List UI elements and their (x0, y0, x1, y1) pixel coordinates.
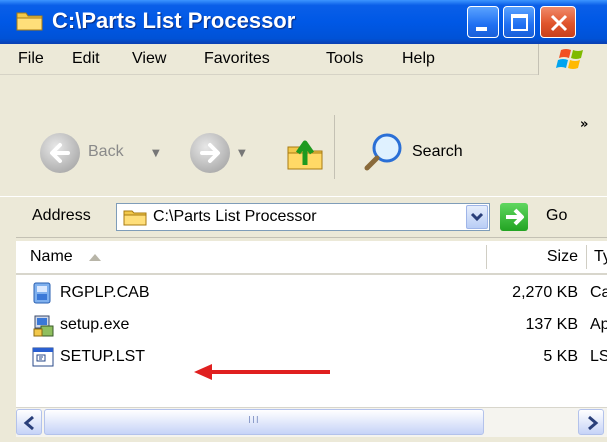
file-type: Ca (590, 284, 607, 301)
toolbar: Back ▼ ▼ Search » (0, 75, 607, 202)
close-icon (550, 14, 568, 32)
column-type[interactable]: Ty (594, 248, 607, 266)
toolbar-more-icon[interactable]: » (580, 117, 588, 132)
column-separator[interactable] (586, 245, 587, 269)
go-label[interactable]: Go (546, 207, 567, 225)
column-separator[interactable] (486, 245, 487, 269)
sort-ascending-icon (89, 254, 101, 261)
minimize-button[interactable] (467, 6, 499, 38)
file-type: Ap (590, 316, 607, 333)
file-name: RGPLP.CAB (60, 284, 150, 301)
address-value: C:\Parts List Processor (153, 208, 317, 225)
forward-arrow-icon (200, 143, 220, 163)
windows-logo (538, 44, 607, 75)
window-frame-bottom (0, 437, 607, 442)
back-button[interactable] (40, 133, 80, 173)
search-icon[interactable] (362, 130, 406, 174)
maximize-icon (511, 14, 528, 31)
file-list: RGPLP.CAB 2,270 KB Ca setup.exe 137 KB A… (16, 275, 607, 407)
scroll-right-button[interactable] (578, 409, 604, 435)
folder-icon (123, 210, 147, 226)
search-label[interactable]: Search (412, 143, 463, 161)
scroll-grip: III (248, 415, 260, 426)
menu-tools[interactable]: Tools (326, 50, 363, 68)
title-bar[interactable]: C:\Parts List Processor (0, 0, 607, 44)
window-title: C:\Parts List Processor (52, 8, 296, 33)
column-header: Name Size Ty (16, 241, 607, 275)
horizontal-scrollbar[interactable]: III (16, 407, 607, 438)
file-name: SETUP.LST (60, 348, 146, 365)
address-label: Address (32, 207, 91, 224)
menu-edit[interactable]: Edit (72, 50, 100, 68)
lst-file-icon (32, 347, 54, 367)
file-name: setup.exe (60, 316, 130, 333)
file-size: 137 KB (525, 316, 578, 333)
back-label[interactable]: Back (88, 143, 124, 161)
windows-flag-icon (556, 49, 583, 69)
folder-icon (16, 12, 43, 31)
menu-bar: File Edit View Favorites Tools Help (0, 44, 607, 75)
menu-file[interactable]: File (18, 50, 44, 68)
back-dropdown-icon[interactable]: ▼ (152, 148, 160, 159)
file-row[interactable]: setup.exe 137 KB Ap (16, 309, 607, 341)
chevron-left-icon (23, 415, 34, 431)
go-arrow-icon (506, 208, 524, 226)
setup-exe-icon (33, 315, 54, 337)
file-type: LS (590, 348, 607, 365)
menu-favorites[interactable]: Favorites (204, 50, 270, 68)
file-size: 5 KB (543, 348, 578, 365)
up-folder-icon[interactable] (285, 133, 325, 173)
file-size: 2,270 KB (512, 284, 578, 301)
cab-file-icon (33, 282, 51, 304)
minimize-icon (476, 27, 487, 31)
address-input[interactable]: C:\Parts List Processor (116, 203, 490, 231)
forward-dropdown-icon[interactable]: ▼ (238, 148, 246, 159)
scroll-thumb[interactable]: III (44, 409, 484, 435)
forward-button[interactable] (190, 133, 230, 173)
maximize-button[interactable] (503, 6, 535, 38)
back-arrow-icon (50, 143, 70, 163)
file-row[interactable]: RGPLP.CAB 2,270 KB Ca (16, 277, 607, 309)
menu-view[interactable]: View (132, 50, 166, 68)
scroll-left-button[interactable] (16, 409, 42, 435)
column-size[interactable]: Size (514, 248, 578, 266)
toolbar-separator (334, 115, 335, 179)
address-bar: Address C:\Parts List Processor Go (0, 196, 607, 238)
chevron-down-icon (470, 212, 484, 222)
annotation-arrow-icon (194, 364, 330, 380)
close-button[interactable] (540, 6, 576, 38)
address-dropdown-button[interactable] (466, 205, 488, 229)
window-frame-left (0, 236, 16, 442)
menu-help[interactable]: Help (402, 50, 435, 68)
chevron-right-icon (588, 415, 599, 431)
go-button[interactable] (500, 203, 528, 231)
explorer-window: C:\Parts List Processor File Edit View F… (0, 0, 607, 442)
column-name[interactable]: Name (30, 248, 73, 266)
